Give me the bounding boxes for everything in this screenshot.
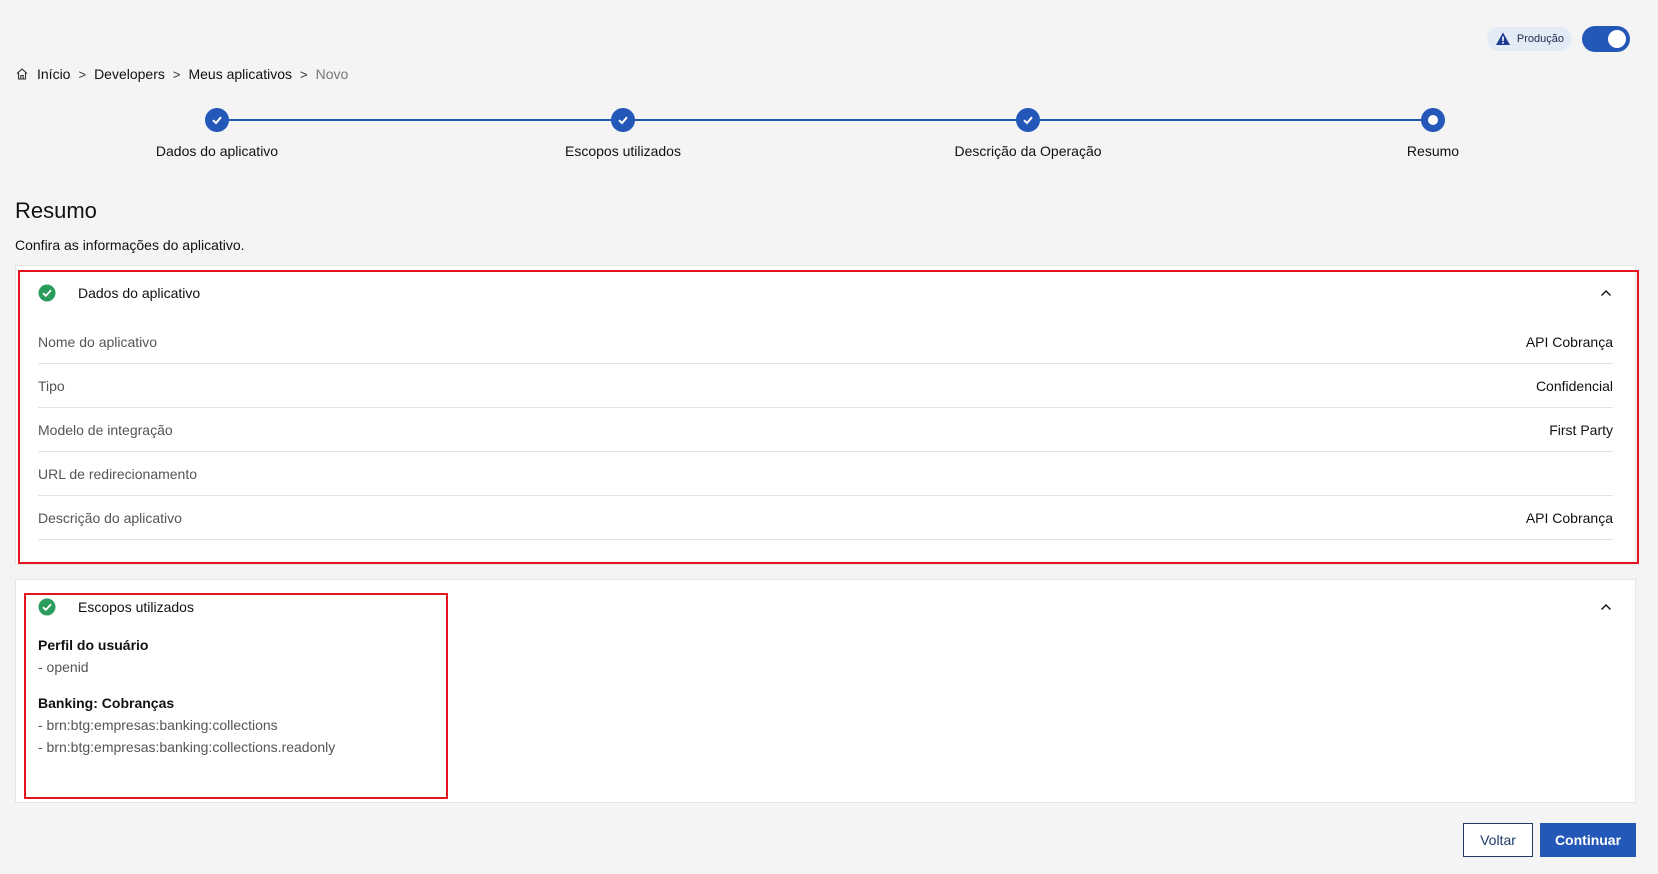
page-subtitle: Confira as informações do aplicativo. xyxy=(15,237,245,253)
info-key: URL de redirecionamento xyxy=(38,465,198,482)
warning-icon xyxy=(1495,32,1510,45)
scopes-card-header[interactable]: Escopos utilizados xyxy=(16,580,1635,634)
app-data-card: Dados do aplicativo Nome do aplicativo A… xyxy=(15,265,1636,565)
step-app-data: Dados do aplicativo xyxy=(117,108,317,159)
home-icon[interactable] xyxy=(15,67,29,81)
app-data-card-title: Dados do aplicativo xyxy=(78,285,201,301)
scopes-card-title: Escopos utilizados xyxy=(78,599,194,615)
step-label: Escopos utilizados xyxy=(565,143,681,159)
environment-label: Produção xyxy=(1516,33,1564,45)
breadcrumb-my-apps[interactable]: Meus aplicativos xyxy=(188,66,292,82)
scope-group-banking-collections: Banking: Cobranças - brn:btg:empresas:ba… xyxy=(38,692,1613,758)
step-done-indicator xyxy=(611,108,635,132)
stepper: Dados do aplicativo Escopos utilizados D… xyxy=(0,108,1658,168)
info-row-integration-model: Modelo de integração First Party xyxy=(38,408,1613,452)
step-label: Resumo xyxy=(1406,143,1460,159)
breadcrumb-home[interactable]: Início xyxy=(37,66,70,82)
info-row-redirect-url: URL de redirecionamento xyxy=(38,452,1613,496)
page-title: Resumo xyxy=(15,198,97,223)
breadcrumb-separator: > xyxy=(78,66,87,82)
step-label: Dados do aplicativo xyxy=(155,143,279,159)
environment-badge: Produção xyxy=(1486,27,1572,51)
step-current-indicator xyxy=(1421,108,1445,132)
chevron-up-icon[interactable] xyxy=(1599,286,1613,300)
info-key: Nome do aplicativo xyxy=(38,333,158,350)
info-value: First Party xyxy=(1549,421,1613,438)
check-icon xyxy=(212,116,222,125)
step-done-indicator xyxy=(205,108,229,132)
info-value: API Cobrança xyxy=(1525,509,1613,526)
info-key: Tipo xyxy=(38,377,65,394)
info-value: Confidencial xyxy=(1535,377,1613,394)
info-row-app-description: Descrição do aplicativo API Cobrança xyxy=(38,496,1613,540)
scopes-card: Escopos utilizados Perfil do usuário - o… xyxy=(15,579,1636,803)
stepper-line xyxy=(217,119,1433,121)
scope-group-user-profile: Perfil do usuário - openid xyxy=(38,634,1613,678)
step-label: Descrição da Operação xyxy=(954,143,1102,159)
info-value: API Cobrança xyxy=(1525,333,1613,350)
info-row-app-name: Nome do aplicativo API Cobrança xyxy=(38,320,1613,364)
step-scopes: Escopos utilizados xyxy=(523,108,723,159)
app-data-card-header[interactable]: Dados do aplicativo xyxy=(16,266,1635,320)
breadcrumb-separator: > xyxy=(172,66,181,82)
back-button[interactable]: Voltar xyxy=(1463,823,1533,857)
step-done-indicator xyxy=(1016,108,1040,132)
scope-item: - openid xyxy=(38,659,89,675)
chevron-up-icon[interactable] xyxy=(1599,600,1613,614)
step-operation-description: Descrição da Operação xyxy=(928,108,1128,159)
success-check-icon xyxy=(38,598,56,616)
toggle-knob xyxy=(1608,30,1626,48)
scope-group-title: Perfil do usuário xyxy=(38,637,149,653)
scope-group-title: Banking: Cobranças xyxy=(38,695,175,711)
check-icon xyxy=(618,116,628,125)
breadcrumb: Início > Developers > Meus aplicativos >… xyxy=(15,66,348,82)
success-check-icon xyxy=(38,284,56,302)
breadcrumb-separator: > xyxy=(299,66,308,82)
continue-button[interactable]: Continuar xyxy=(1540,823,1636,857)
step-summary: Resumo xyxy=(1333,108,1533,159)
environment-toggle[interactable] xyxy=(1582,26,1630,52)
scope-item: - brn:btg:empresas:banking:collections xyxy=(38,717,278,733)
info-key: Descrição do aplicativo xyxy=(38,509,182,526)
check-icon xyxy=(1023,116,1033,125)
info-row-type: Tipo Confidencial xyxy=(38,364,1613,408)
info-key: Modelo de integração xyxy=(38,421,173,438)
scopes-list: Perfil do usuário - openid Banking: Cobr… xyxy=(16,634,1635,758)
environment-bar: Produção xyxy=(1486,26,1630,52)
scope-item: - brn:btg:empresas:banking:collections.r… xyxy=(38,739,336,755)
breadcrumb-developers[interactable]: Developers xyxy=(94,66,165,82)
breadcrumb-current: Novo xyxy=(315,66,349,82)
